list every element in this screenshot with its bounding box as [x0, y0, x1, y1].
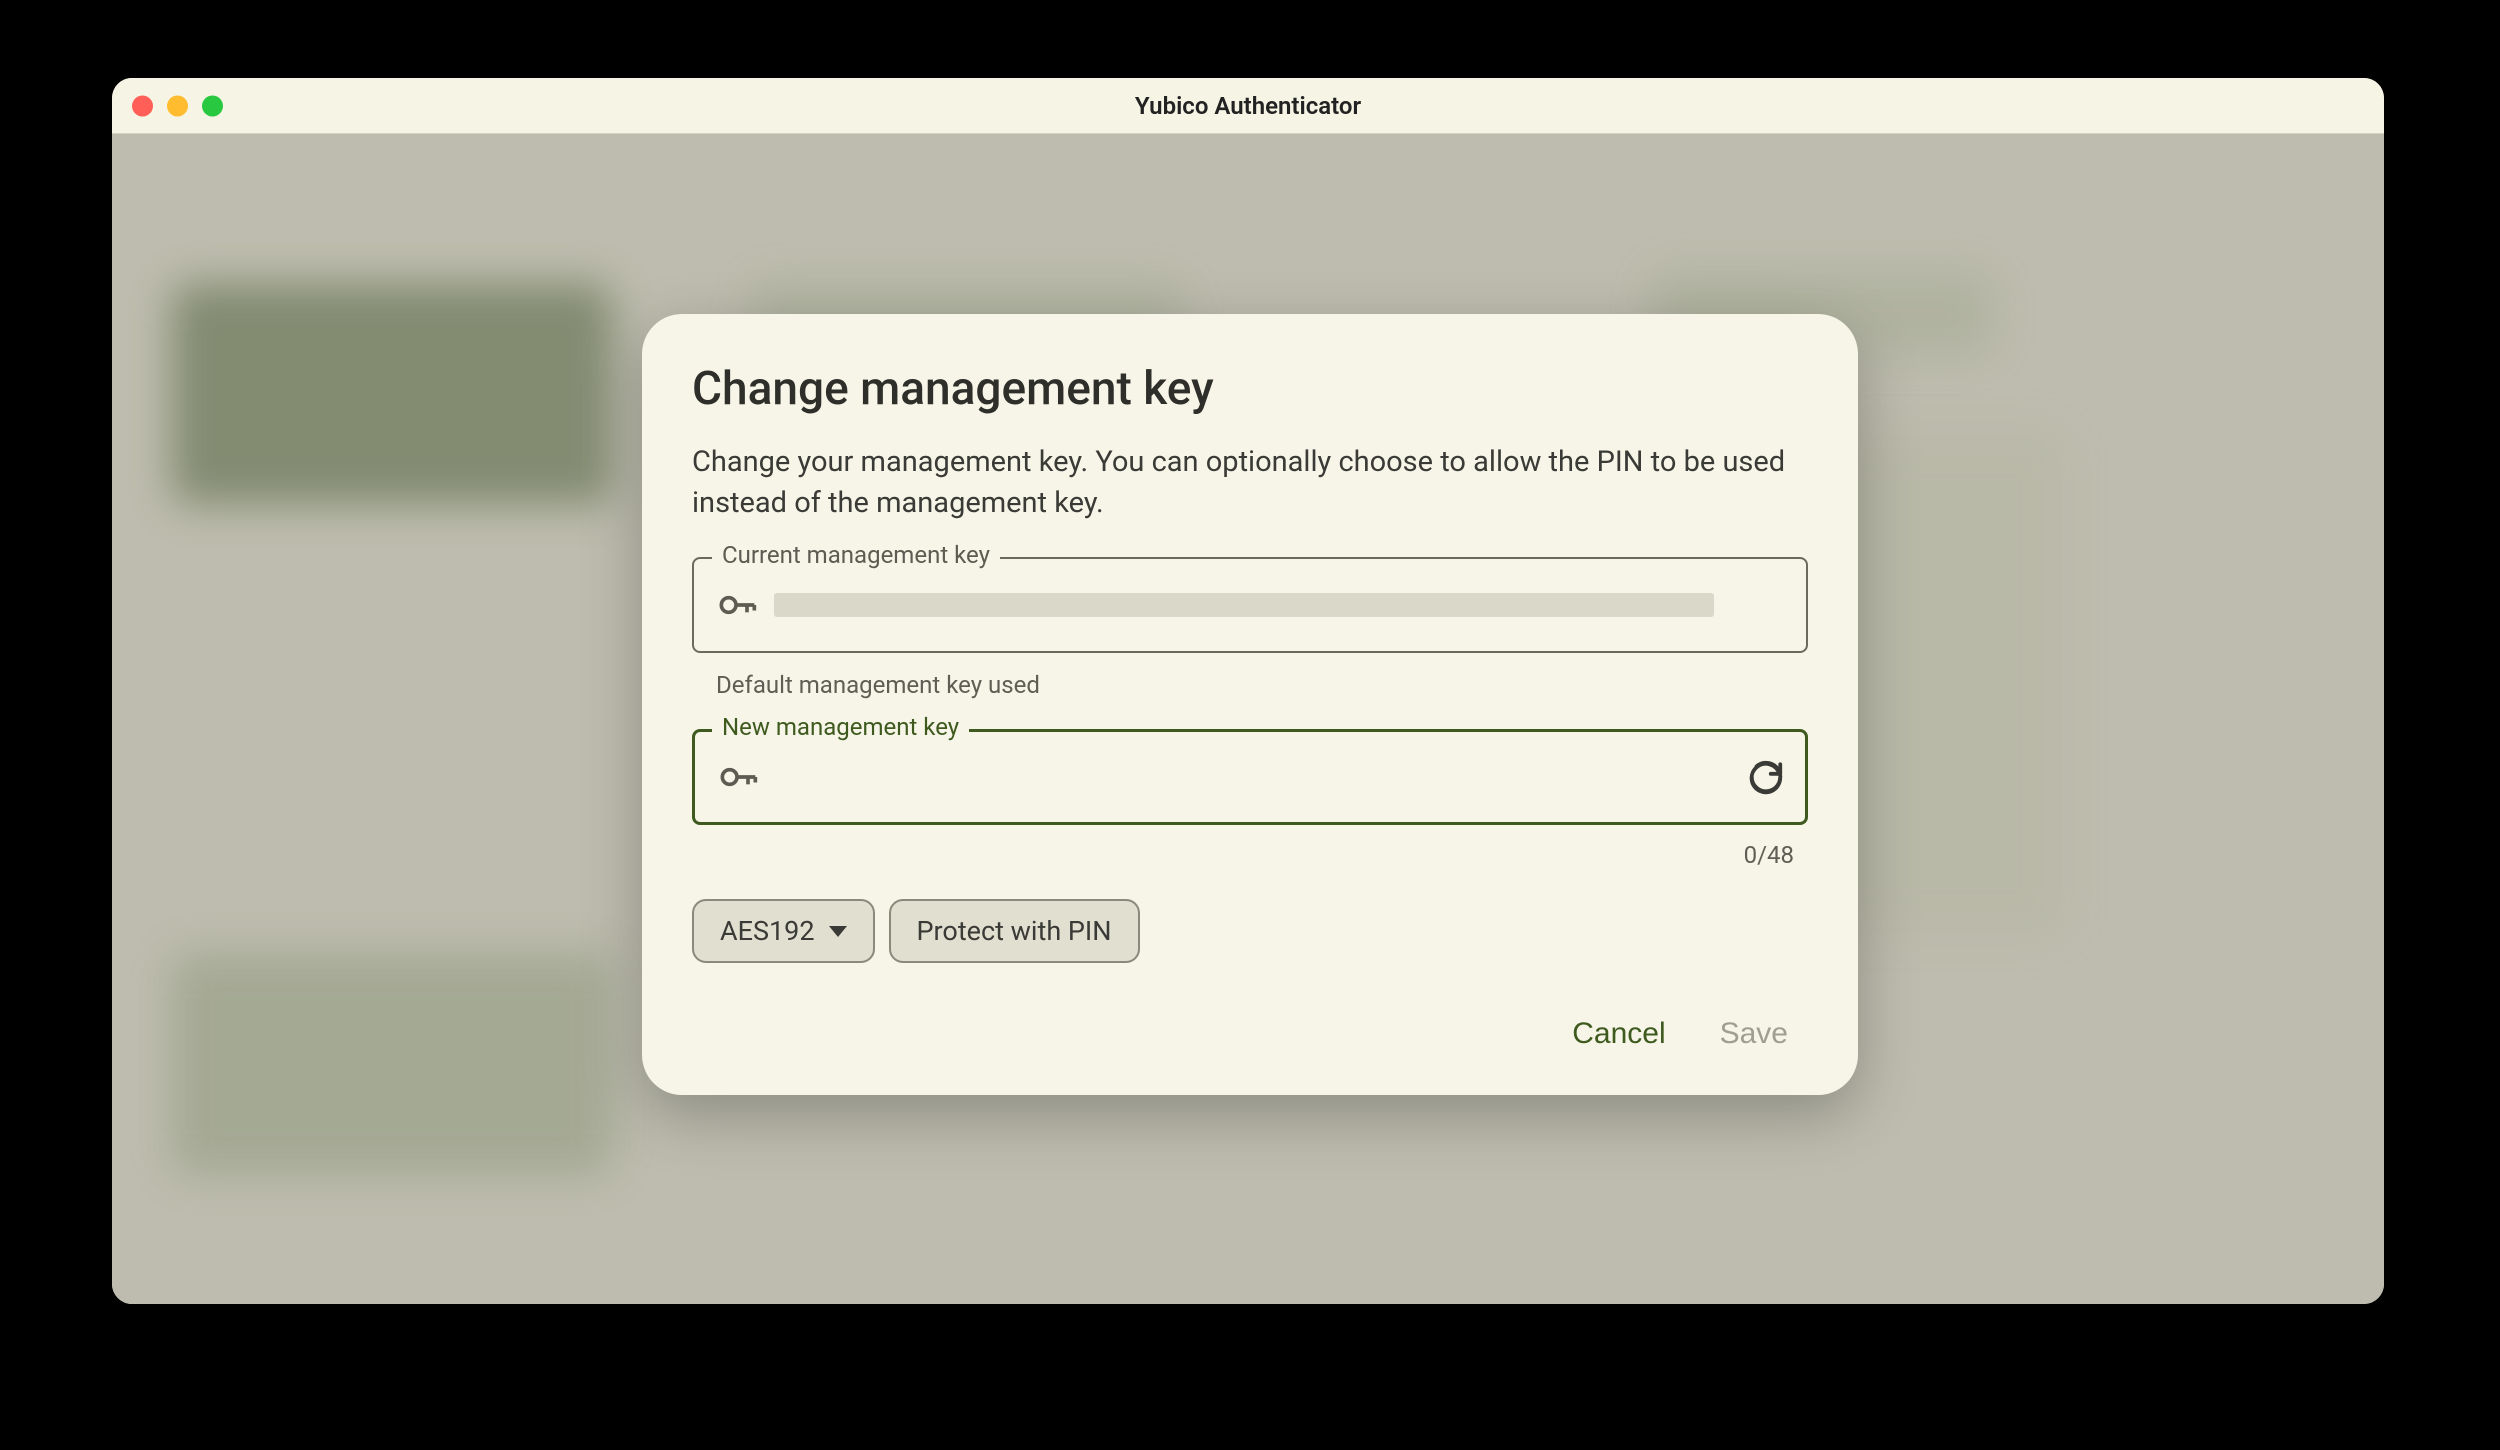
current-key-label: Current management key: [712, 541, 1000, 569]
current-key-field[interactable]: Current management key: [692, 557, 1808, 653]
current-key-helper: Default management key used: [692, 661, 1808, 699]
protect-with-pin-button[interactable]: Protect with PIN: [889, 899, 1140, 963]
chevron-down-icon: [829, 926, 847, 937]
algorithm-selected: AES192: [720, 915, 815, 947]
generate-key-icon[interactable]: [1747, 758, 1785, 796]
new-key-label: New management key: [712, 713, 969, 741]
close-window-button[interactable]: [132, 95, 153, 116]
new-key-counter: 0/48: [692, 833, 1808, 869]
window-controls: [132, 95, 223, 116]
save-button[interactable]: Save: [1720, 1017, 1788, 1051]
protect-with-pin-label: Protect with PIN: [917, 915, 1112, 947]
maximize-window-button[interactable]: [202, 95, 223, 116]
current-key-masked-value: [774, 593, 1714, 617]
window-title: Yubico Authenticator: [112, 92, 2384, 120]
key-icon: [715, 755, 759, 799]
dialog-actions: Cancel Save: [692, 1017, 1808, 1051]
titlebar: Yubico Authenticator: [112, 78, 2384, 134]
dialog-description: Change your management key. You can opti…: [692, 442, 1808, 523]
change-management-key-dialog: Change management key Change your manage…: [642, 314, 1858, 1095]
key-icon: [714, 583, 758, 627]
cancel-button[interactable]: Cancel: [1572, 1017, 1665, 1051]
current-key-field-wrap: Current management key: [692, 557, 1808, 653]
app-window: Yubico Authenticator Change management k…: [112, 78, 2384, 1304]
new-key-input[interactable]: [775, 761, 1731, 793]
new-key-field-wrap: New management key: [692, 729, 1808, 825]
minimize-window-button[interactable]: [167, 95, 188, 116]
new-key-field[interactable]: New management key: [692, 729, 1808, 825]
algorithm-dropdown[interactable]: AES192: [692, 899, 875, 963]
dialog-title: Change management key: [692, 362, 1808, 416]
dialog-options-row: AES192 Protect with PIN: [692, 899, 1808, 963]
